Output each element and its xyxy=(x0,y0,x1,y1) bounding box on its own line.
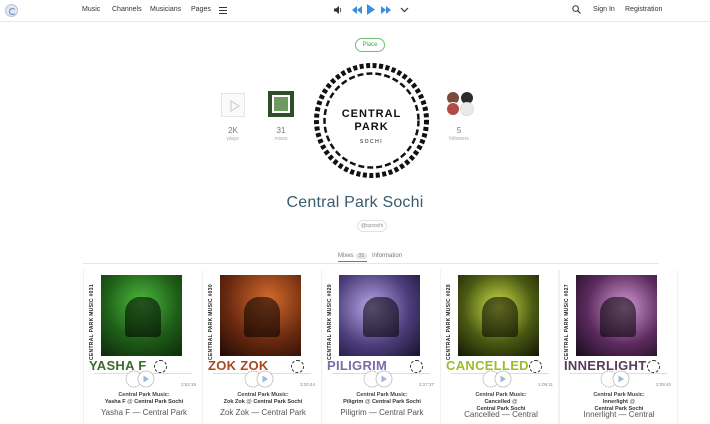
place-tag[interactable]: Place xyxy=(355,38,385,52)
profile-logo: CENTRAL PARK SOCHI xyxy=(314,63,429,178)
search-icon[interactable] xyxy=(572,5,581,14)
followers-label: followers xyxy=(449,136,469,142)
tab-information-label: Information xyxy=(372,253,403,259)
followers-avatars[interactable] xyxy=(444,89,476,117)
avatar[interactable] xyxy=(460,102,474,116)
mix-series-label: CENTRAL PARK MUSIC #029 xyxy=(327,284,333,360)
play-all-button[interactable] xyxy=(221,93,245,117)
next-icon[interactable] xyxy=(380,5,392,15)
nav-channels[interactable]: Channels xyxy=(112,6,142,13)
tab-mixes-label: Mixes xyxy=(338,253,354,259)
top-navigation-bar: Music Channels Musicians Pages Sign In R… xyxy=(0,0,710,22)
mix-title-link[interactable]: Piligrim — Central Park xyxy=(322,408,442,417)
avatar[interactable] xyxy=(446,102,460,116)
mix-play-button[interactable] xyxy=(362,370,396,388)
mix-play-button[interactable] xyxy=(124,370,158,388)
mix-artist-line: Piligrim @ Central Park Sochi xyxy=(343,399,421,405)
nav-pages[interactable]: Pages xyxy=(191,6,211,13)
mix-series-title: Central Park Music: xyxy=(237,392,289,398)
mixes-thumbnail[interactable] xyxy=(268,91,294,117)
mix-artist-line: Cancelled @ xyxy=(484,399,518,405)
plays-label: plays xyxy=(227,136,239,142)
mixes-count: 31 xyxy=(276,126,286,135)
mix-series-title: Central Park Music: xyxy=(356,392,408,398)
mix-cover-image[interactable] xyxy=(339,275,420,356)
mix-play-button[interactable] xyxy=(481,370,515,388)
mix-duration: 3:20:44 xyxy=(299,382,315,387)
mix-duration: 2:09:40 xyxy=(655,382,671,387)
volume-icon[interactable] xyxy=(333,5,342,15)
profile-handle[interactable]: @cpsochi xyxy=(357,220,387,232)
mix-logo-badge xyxy=(529,360,542,373)
mix-cover-image[interactable] xyxy=(458,275,539,356)
sign-in-link[interactable]: Sign In xyxy=(593,6,615,13)
mix-card[interactable]: CENTRAL PARK MUSIC #029 PILIGRIM 2:27:37… xyxy=(321,270,441,424)
mix-play-button[interactable] xyxy=(243,370,277,388)
play-icon xyxy=(230,100,240,112)
mix-series-label: CENTRAL PARK MUSIC #027 xyxy=(564,284,570,360)
mix-artist-line: Zok Zok @ Central Park Sochi xyxy=(223,399,303,405)
mix-title-link[interactable]: Innerlight — Central xyxy=(559,410,679,419)
mix-series-title: Central Park Music: xyxy=(475,392,527,398)
mix-logo-badge xyxy=(410,360,423,373)
tabs-divider xyxy=(83,263,659,264)
mix-duration: 2:52:19 xyxy=(180,382,196,387)
logo-line1: CENTRAL xyxy=(342,108,402,120)
mix-title-link[interactable]: Yasha F — Central Park xyxy=(84,408,204,417)
mix-cover-image[interactable] xyxy=(220,275,301,356)
followers-count: 5 xyxy=(456,126,462,135)
mix-series-title: Central Park Music: xyxy=(593,392,645,398)
menu-icon[interactable] xyxy=(219,7,227,14)
mix-cover-image[interactable] xyxy=(101,275,182,356)
mix-series-title: Central Park Music: xyxy=(118,392,170,398)
mix-artist-line: Yasha F @ Central Park Sochi xyxy=(104,399,184,405)
tab-mixes-badge: 31 xyxy=(355,253,368,259)
mix-logo-badge xyxy=(291,360,304,373)
play-icon[interactable] xyxy=(366,3,376,16)
mix-title-link[interactable]: Zok Zok — Central Park xyxy=(203,408,323,417)
previous-icon[interactable] xyxy=(351,5,363,15)
mix-card[interactable]: CENTRAL PARK MUSIC #031 YASHA F 2:52:19 … xyxy=(83,270,203,424)
chevron-down-icon[interactable] xyxy=(400,7,409,13)
plays-count: 2K xyxy=(228,126,238,135)
tab-mixes[interactable]: Mixes 31 xyxy=(338,253,368,262)
registration-link[interactable]: Registration xyxy=(625,6,662,13)
logo-line2: PARK xyxy=(354,121,388,133)
mix-duration: 2:27:37 xyxy=(418,382,434,387)
nav-musicians[interactable]: Musicians xyxy=(150,6,181,13)
mix-artist-line: Innerlight @ xyxy=(602,399,636,405)
mix-series-label: CENTRAL PARK MUSIC #028 xyxy=(446,284,452,360)
nav-music[interactable]: Music xyxy=(82,6,100,13)
mix-cover-image[interactable] xyxy=(576,275,657,356)
mixes-label: mixes xyxy=(274,136,288,142)
page-title: Central Park Sochi xyxy=(286,194,424,211)
site-logo-icon[interactable] xyxy=(5,4,18,17)
mix-duration: 1:09:11 xyxy=(538,382,553,387)
mix-title-link[interactable]: Cancelled — Central xyxy=(441,410,561,419)
mix-series-label: CENTRAL PARK MUSIC #030 xyxy=(208,284,214,360)
mix-series-label: CENTRAL PARK MUSIC #031 xyxy=(89,284,95,360)
mix-card[interactable]: CENTRAL PARK MUSIC #030 ZOK ZOK 3:20:44 … xyxy=(202,270,322,424)
tab-information[interactable]: Information xyxy=(372,253,402,259)
mix-card[interactable]: CENTRAL PARK MUSIC #027 INNERLIGHT 2:09:… xyxy=(558,270,678,424)
logo-line3: SOCHI xyxy=(360,139,383,145)
mix-play-button[interactable] xyxy=(599,370,633,388)
mix-card[interactable]: CENTRAL PARK MUSIC #028 CANCELLED 1:09:1… xyxy=(440,270,560,424)
mix-logo-badge xyxy=(647,360,660,373)
